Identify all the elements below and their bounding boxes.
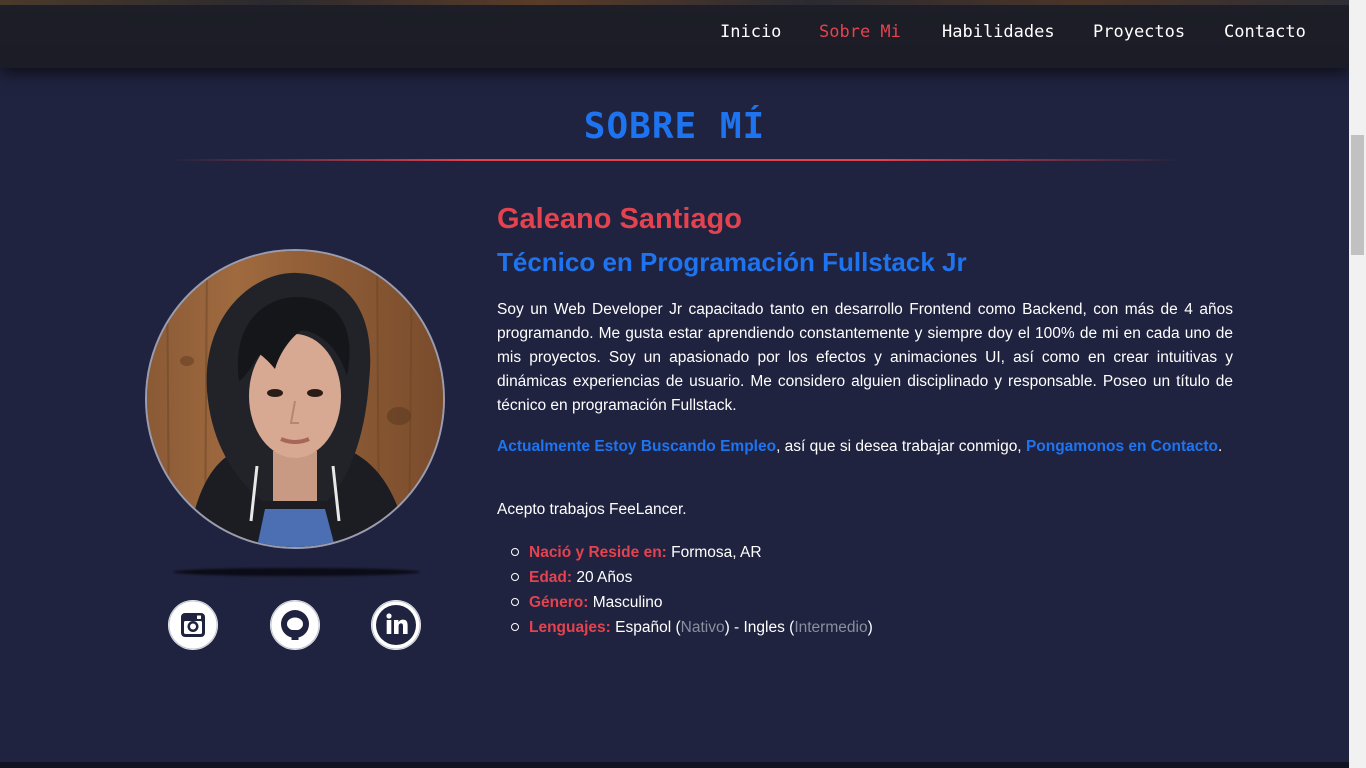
fact-languages: Lenguajes: Español (Nativo) - Ingles (In…: [511, 615, 873, 640]
bullet-icon: [511, 598, 519, 606]
avatar-shadow: [173, 568, 420, 576]
nav-item-contacto[interactable]: Contacto: [1224, 22, 1306, 42]
bio-paragraph: Soy un Web Developer Jr capacitado tanto…: [497, 301, 1233, 414]
fact-birthplace: Nació y Reside en: Formosa, AR: [511, 540, 873, 565]
fact-value: Español (: [610, 619, 681, 636]
fact-label: Lenguajes:: [529, 619, 611, 636]
nav-item-inicio[interactable]: Inicio: [720, 22, 781, 42]
language-level: Nativo: [680, 619, 725, 636]
next-section-edge: [0, 762, 1349, 768]
navbar: Inicio Sobre Mi Habilidades Proyectos Co…: [0, 0, 1349, 68]
header-image-strip: [0, 0, 1349, 5]
fact-label: Género:: [529, 594, 589, 611]
bullet-icon: [511, 623, 519, 631]
fact-label: Nació y Reside en:: [529, 544, 667, 561]
bullet-icon: [511, 573, 519, 581]
fact-age: Edad: 20 Años: [511, 565, 873, 590]
title-divider: [170, 159, 1180, 161]
fact-value: 20 Años: [572, 569, 633, 586]
fact-value: ) - Ingles (: [724, 619, 795, 636]
nav-item-proyectos[interactable]: Proyectos: [1093, 22, 1185, 42]
bullet-icon: [511, 548, 519, 556]
fact-value: ): [867, 619, 873, 636]
scrollbar-track[interactable]: [1349, 0, 1366, 768]
section-title: SOBRE MÍ: [583, 106, 766, 147]
profile-name: Galeano Santiago: [497, 203, 742, 235]
instagram-icon[interactable]: [168, 600, 218, 650]
profile-facts-list: Nació y Reside en: Formosa, AR Edad: 20 …: [511, 540, 873, 640]
status-text: , así que si desea trabajar conmigo,: [776, 438, 1026, 455]
contact-link[interactable]: Pongamonos en Contacto: [1026, 438, 1218, 455]
avatar: [145, 249, 445, 549]
github-icon[interactable]: [270, 600, 320, 650]
scrollbar-thumb[interactable]: [1351, 135, 1364, 255]
nav-item-habilidades[interactable]: Habilidades: [942, 22, 1055, 42]
freelance-note: Acepto trabajos FeeLancer.: [497, 501, 687, 518]
status-end: .: [1217, 438, 1223, 455]
fact-label: Edad:: [529, 569, 573, 586]
job-status-paragraph: Actualmente Estoy Buscando Empleo, así q…: [497, 434, 1233, 459]
fact-gender: Género: Masculino: [511, 590, 873, 615]
nav-item-sobre-mi[interactable]: Sobre Mi: [819, 22, 901, 42]
profile-role: Técnico en Programación Fullstack Jr: [497, 247, 967, 277]
language-level: Intermedio: [794, 619, 868, 636]
fact-value: Formosa, AR: [666, 544, 762, 561]
job-search-link[interactable]: Actualmente Estoy Buscando Empleo: [497, 438, 776, 455]
nav-menu: Inicio Sobre Mi Habilidades Proyectos Co…: [0, 22, 1349, 48]
linkedin-icon[interactable]: [371, 600, 421, 650]
fact-value: Masculino: [588, 594, 663, 611]
